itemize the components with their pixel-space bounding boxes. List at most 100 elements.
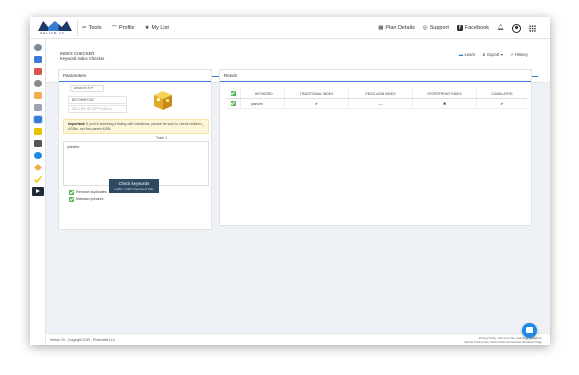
sidebar-bar-chart-icon[interactable] — [34, 128, 42, 135]
row-checkbox[interactable] — [230, 101, 236, 106]
chat-widget-icon[interactable] — [522, 323, 537, 338]
result-title: Result — [224, 73, 237, 78]
nav-facebook-label: Facebook — [464, 25, 490, 31]
sidebar-chart-icon[interactable] — [34, 56, 42, 63]
footer: Helium 10 - Copyright 2019 - Pixelcrafts… — [46, 333, 550, 345]
support-icon: ◎ — [422, 25, 428, 31]
history-label: History — [514, 52, 528, 57]
maintain-phrases-checkbox[interactable] — [69, 197, 74, 202]
field-asin-index-cell: — — [348, 99, 412, 108]
select-all-cell — [226, 89, 240, 98]
marketplace-select[interactable]: amazon.fr ▾ — [70, 85, 104, 92]
brand-name: HELIUM 10 — [40, 31, 65, 35]
check-icon: ✔ — [314, 101, 319, 106]
index-checker-logo-icon — [154, 91, 172, 110]
parameters-title: Parameters — [63, 73, 87, 78]
footer-links-2[interactable]: Submit Testimonial | Testimonials and Re… — [464, 340, 542, 344]
keyword-total: Total: 1 — [156, 136, 168, 140]
brand-logo[interactable]: HELIUM 10 — [38, 21, 72, 35]
nav-facebook[interactable]: f Facebook — [456, 25, 490, 31]
chevron-down-icon: ▾ — [90, 86, 93, 90]
asin-input[interactable]: B0T0N9FD32 — [68, 96, 127, 104]
warning-label: Important: — [68, 122, 86, 126]
star-icon: ★ — [144, 25, 150, 31]
maintain-phrases-label: Maintain phrases — [76, 197, 104, 201]
dash-icon: — — [378, 101, 383, 106]
logo-mark — [38, 21, 72, 31]
nav-profile[interactable]: ⌒ Profile — [111, 24, 134, 32]
parameters-underline — [59, 81, 211, 82]
nav-my-list[interactable]: ★ My List — [145, 25, 169, 31]
learn-button[interactable]: ▬ Learn — [459, 52, 475, 57]
result-underline — [220, 81, 531, 82]
nav-links: ✂ Tools ⌒ Profile ★ My List — [82, 17, 169, 39]
nav-my-list-label: My List — [151, 25, 169, 31]
character-limit: 1,000 / 1,000 Characters Max — [114, 187, 154, 191]
col-field-asin-index[interactable]: FIELD-ASIN INDEX — [348, 89, 412, 98]
history-button[interactable]: ↗ History — [510, 52, 528, 57]
table-header-row: KEYWORD TRADITIONAL INDEX FIELD-ASIN IND… — [226, 89, 527, 99]
sidebar-flag-icon[interactable] — [34, 68, 42, 75]
check-icon: ✔ — [500, 101, 504, 106]
chevron-down-icon: ▾ — [500, 52, 503, 57]
history-icon: ↗ — [509, 52, 514, 57]
table-row: planche ✔ — ✖ ✔ — [226, 99, 527, 109]
variation-warning: Important: If you're checking a listing … — [63, 119, 209, 134]
sidebar-box-icon[interactable] — [34, 92, 42, 99]
nav-support-label: Support — [429, 25, 449, 31]
warning-text: If you're checking a listing with variat… — [68, 122, 202, 131]
traditional-index-cell: ✔ — [284, 99, 348, 108]
header-actions: ▬ Learn ⬇ Export ▾ ↗ History — [459, 52, 528, 57]
check-keywords-button[interactable]: Check keywords 1,000 / 1,000 Characters … — [109, 179, 159, 193]
learn-icon: ▬ — [458, 52, 463, 57]
sidebar-plane-icon[interactable] — [34, 164, 42, 171]
parameters-panel: Parameters amazon.fr ▾ B0T0N9FD32 SELLER… — [58, 69, 212, 230]
select-all-checkbox[interactable] — [230, 91, 236, 96]
tools-icon: ✂ — [82, 25, 87, 31]
export-icon: ⬇ — [482, 52, 486, 57]
apps-grid-icon[interactable] — [529, 24, 536, 32]
check-keywords-label: Check keywords — [118, 181, 150, 186]
nav-profile-label: Profile — [118, 25, 135, 31]
plan-icon: ▦ — [378, 25, 384, 31]
top-nav: HELIUM 10 ✂ Tools ⌒ Profile ★ My List ▦ … — [30, 17, 550, 39]
sidebar-index-checker-icon[interactable] — [33, 115, 43, 124]
sidebar — [30, 39, 46, 345]
nav-plan-label: Plan Details — [385, 25, 415, 31]
nav-divider — [77, 20, 78, 36]
remove-duplicates-checkbox[interactable] — [69, 190, 74, 195]
page-subtitle: Keyword Index Checker — [60, 56, 105, 61]
col-keyword[interactable]: KEYWORD — [240, 89, 284, 98]
remove-duplicates-label: Remove duplicates — [76, 190, 107, 194]
sidebar-globe-icon[interactable] — [34, 152, 42, 159]
user-avatar-icon[interactable] — [512, 23, 521, 33]
nav-support[interactable]: ◎ Support — [423, 25, 449, 31]
export-button[interactable]: ⬇ Export ▾ — [482, 52, 503, 57]
sidebar-gear-icon[interactable] — [34, 80, 42, 87]
result-panel: Result KEYWORD TRADITIONAL INDEX FIELD-A… — [219, 69, 532, 226]
export-label: Export — [487, 52, 500, 57]
storefront-index-cell: ✖ — [412, 99, 476, 108]
cross-icon: ✖ — [442, 101, 447, 106]
sidebar-check-icon[interactable] — [34, 176, 42, 183]
bell-icon[interactable]: 🔔︎ — [497, 25, 504, 31]
facebook-icon: f — [456, 25, 463, 31]
nav-right: ▦ Plan Details ◎ Support f Facebook 🔔︎ — [378, 17, 536, 39]
col-cumulative[interactable]: CUMULATIVE — [476, 89, 527, 98]
close-icon[interactable]: × — [202, 123, 204, 128]
sidebar-lock-icon[interactable] — [34, 140, 42, 147]
cumulative-cell: ✔ — [476, 99, 527, 108]
profile-icon: ⌒ — [111, 26, 117, 32]
nav-tools[interactable]: ✂ Tools — [82, 25, 101, 31]
col-storefront-index[interactable]: STOREFRONT INDEX — [412, 89, 476, 98]
sidebar-doc-icon[interactable] — [34, 104, 42, 111]
seller-id-input[interactable]: SELLER ID (OPTIONAL) — [68, 105, 127, 113]
keyword-cell: planche — [240, 99, 284, 108]
nav-plan-details[interactable]: ▦ Plan Details — [378, 25, 415, 31]
marketplace-value: amazon.fr — [74, 86, 90, 90]
sidebar-home-icon[interactable] — [34, 44, 42, 51]
col-traditional-index[interactable]: TRADITIONAL INDEX — [284, 89, 348, 98]
app-window: HELIUM 10 ✂ Tools ⌒ Profile ★ My List ▦ … — [30, 17, 550, 345]
sidebar-play-icon[interactable] — [32, 187, 44, 196]
nav-tools-label: Tools — [88, 25, 102, 31]
